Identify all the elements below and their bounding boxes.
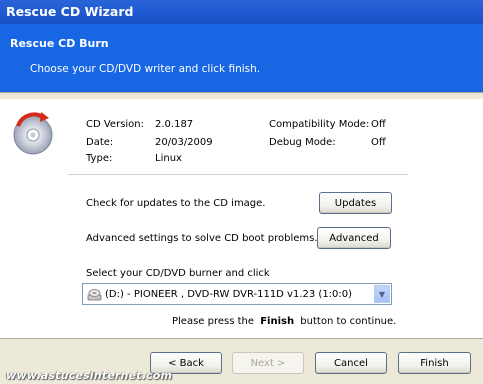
header-title: Rescue CD Burn xyxy=(10,37,109,50)
updates-description: Check for updates to the CD image. xyxy=(86,198,266,209)
compatibility-mode-label: Compatibility Mode: xyxy=(269,119,370,130)
compatibility-mode-value: Off xyxy=(371,119,386,130)
burner-label: Select your CD/DVD burner and click xyxy=(86,268,270,279)
finish-hint: Please press the Finish button to contin… xyxy=(172,316,396,327)
date-value: 20/03/2009 xyxy=(155,137,213,148)
burner-select[interactable]: (D:) - PIONEER , DVD-RW DVR-111D v1.23 (… xyxy=(82,283,392,305)
window-title: Rescue CD Wizard xyxy=(6,4,134,19)
advanced-button[interactable]: Advanced xyxy=(317,227,391,249)
finish-button[interactable]: Finish xyxy=(398,352,471,374)
type-label: Type: xyxy=(86,153,113,164)
finish-hint-bold: Finish xyxy=(260,316,295,327)
cd-version-value: 2.0.187 xyxy=(155,119,194,130)
finish-hint-post: button to continue. xyxy=(300,316,397,327)
cd-version-label: CD Version: xyxy=(86,119,145,130)
wizard-header: Rescue CD Burn Choose your CD/DVD writer… xyxy=(0,24,483,92)
next-button[interactable]: Next > xyxy=(232,352,304,374)
wizard-body: CD Version: 2.0.187 Date: 20/03/2009 Typ… xyxy=(0,100,483,338)
chevron-down-icon[interactable]: ▼ xyxy=(374,285,390,303)
header-subtitle: Choose your CD/DVD writer and click fini… xyxy=(30,63,261,75)
cd-disc-icon xyxy=(13,112,53,155)
burner-selected-value: (D:) - PIONEER , DVD-RW DVR-111D v1.23 (… xyxy=(105,288,353,300)
site-watermark: www.astucesinternet.com xyxy=(6,369,173,382)
date-label: Date: xyxy=(86,137,114,148)
advanced-description: Advanced settings to solve CD boot probl… xyxy=(86,233,318,244)
type-value: Linux xyxy=(155,153,182,164)
debug-mode-label: Debug Mode: xyxy=(269,137,336,148)
updates-button[interactable]: Updates xyxy=(319,192,392,214)
cancel-button[interactable]: Cancel xyxy=(315,352,387,374)
finish-hint-pre: Please press the xyxy=(172,316,255,327)
window-titlebar[interactable]: Rescue CD Wizard xyxy=(0,0,483,24)
header-separator xyxy=(0,92,483,100)
info-divider xyxy=(68,174,408,175)
optical-drive-icon xyxy=(87,289,102,301)
debug-mode-value: Off xyxy=(371,137,386,148)
